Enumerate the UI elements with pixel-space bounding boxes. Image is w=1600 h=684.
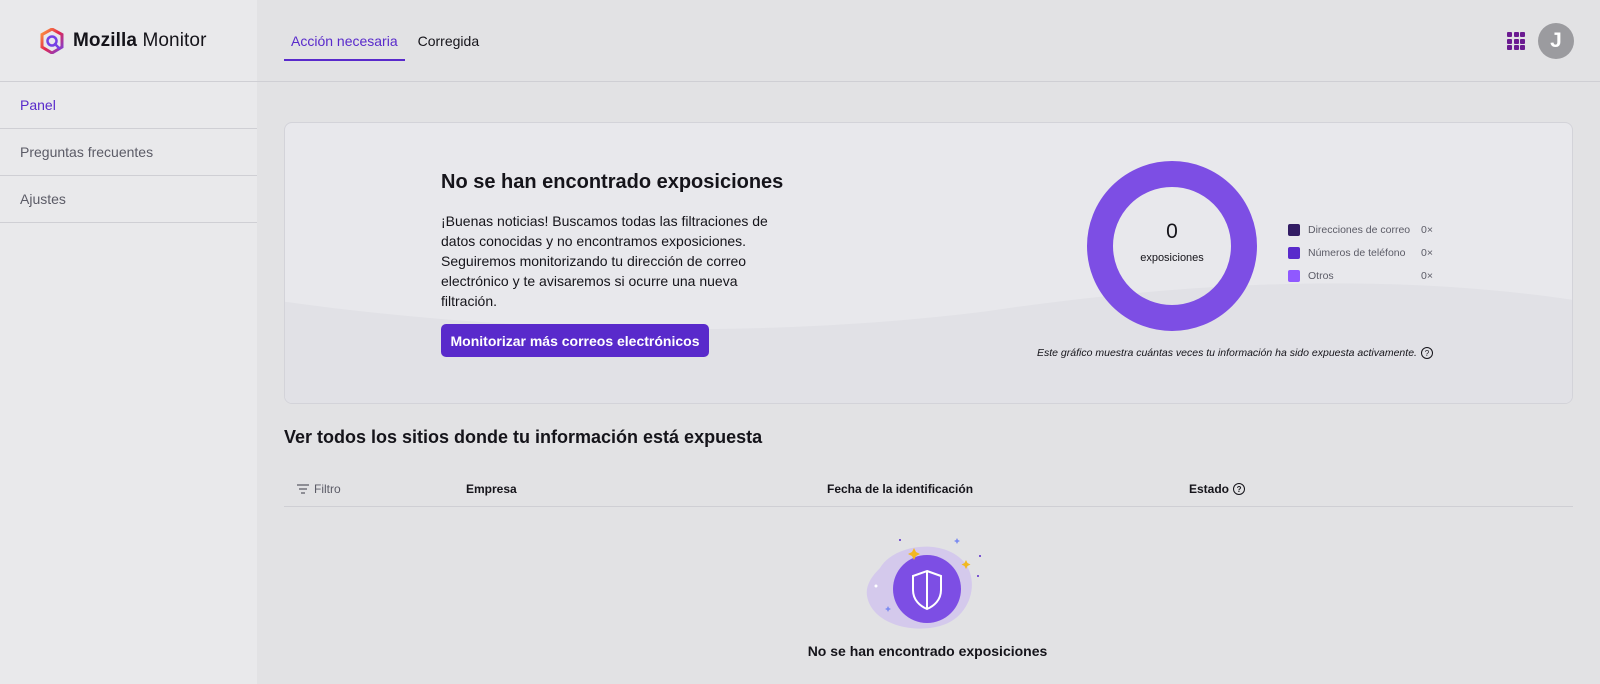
monitor-more-emails-button[interactable]: Monitorizar más correos electrónicos <box>441 324 709 357</box>
tab-bar: Acción necesaria Corregida <box>284 31 492 61</box>
tab-fixed[interactable]: Corregida <box>411 31 486 61</box>
legend-item: Números de teléfono 0× <box>1288 241 1433 264</box>
column-header-company: Empresa <box>466 482 517 496</box>
apps-grid-icon[interactable] <box>1507 32 1525 50</box>
sidebar-item-panel[interactable]: Panel <box>0 82 257 129</box>
empty-state-text: No se han encontrado exposiciones <box>807 643 1048 659</box>
summary-title: No se han encontrado exposiciones <box>441 171 784 193</box>
legend-label: Otros <box>1308 269 1334 282</box>
chart-legend: Direcciones de correo 0× Números de telé… <box>1288 218 1433 287</box>
chart-note: Este gráfico muestra cuántas veces tu in… <box>1037 347 1433 359</box>
legend-label: Direcciones de correo <box>1308 223 1411 236</box>
legend-swatch <box>1288 223 1300 236</box>
exposures-donut-chart <box>1087 161 1257 331</box>
mozilla-monitor-logo-icon <box>40 27 64 54</box>
column-header-status-label: Estado <box>1189 482 1230 496</box>
summary-description: ¡Buenas noticias! Buscamos todas las fil… <box>441 213 768 309</box>
legend-value: 0× <box>1421 246 1433 259</box>
logo-text: Mozilla Monitor <box>73 29 207 51</box>
help-icon[interactable]: ? <box>1233 483 1246 495</box>
column-header-date: Fecha de la identificación <box>827 482 974 496</box>
filter-label: Filtro <box>314 482 341 496</box>
section-title: Ver todos los sitios donde tu informació… <box>284 427 763 447</box>
logo[interactable]: Mozilla Monitor <box>0 0 257 82</box>
top-bar: Acción necesaria Corregida J <box>257 0 1600 82</box>
sidebar: Mozilla Monitor Panel Preguntas frecuent… <box>0 0 257 684</box>
summary-card: No se han encontrado exposiciones ¡Buena… <box>284 122 1573 404</box>
table-header: Filtro Empresa Fecha de la identificació… <box>284 470 1573 507</box>
column-header-status: Estado ? <box>1189 482 1246 496</box>
avatar[interactable]: J <box>1538 23 1574 59</box>
filter-icon <box>297 484 309 494</box>
legend-item: Otros 0× <box>1288 264 1433 287</box>
legend-swatch <box>1288 246 1300 259</box>
legend-item: Direcciones de correo 0× <box>1288 218 1433 241</box>
donut-ring <box>1087 161 1257 331</box>
sidebar-item-faq[interactable]: Preguntas frecuentes <box>0 129 257 176</box>
chart-note-text: Este gráfico muestra cuántas veces tu in… <box>1037 347 1417 359</box>
legend-value: 0× <box>1421 223 1433 236</box>
sidebar-item-settings[interactable]: Ajustes <box>0 176 257 223</box>
legend-swatch <box>1288 269 1300 282</box>
donut-total-label: exposiciones <box>1140 252 1204 264</box>
filter-button[interactable]: Filtro <box>297 482 341 496</box>
help-icon[interactable]: ? <box>1420 347 1433 359</box>
donut-total: 0 <box>1166 220 1178 243</box>
legend-label: Números de teléfono <box>1308 246 1406 259</box>
legend-value: 0× <box>1421 269 1433 282</box>
shield-illustration <box>866 538 981 629</box>
tab-action-needed[interactable]: Acción necesaria <box>284 31 405 61</box>
